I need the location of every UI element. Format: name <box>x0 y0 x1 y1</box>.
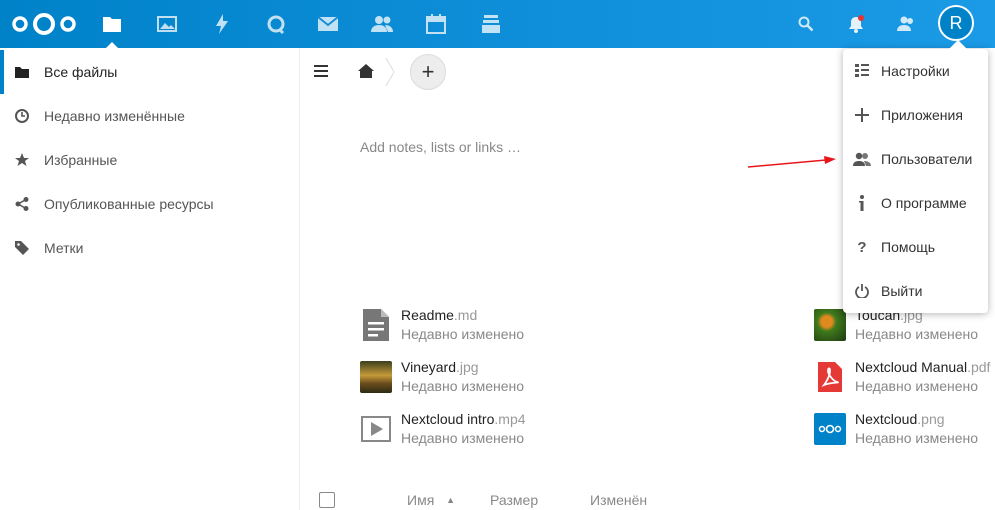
file-ext: .pdf <box>967 359 991 375</box>
clock-icon <box>0 109 44 123</box>
notes-placeholder[interactable]: Add notes, lists or links … <box>360 139 521 155</box>
file-ext: .md <box>453 307 478 323</box>
menu-item-label: Выйти <box>881 283 923 299</box>
settings-menu: Настройки Приложения Пользователи О прог… <box>843 40 988 313</box>
power-icon <box>843 284 881 298</box>
lightning-icon[interactable] <box>197 0 247 48</box>
contacts-icon[interactable] <box>357 0 407 48</box>
menu-item-label: Приложения <box>881 107 963 123</box>
breadcrumb-separator <box>384 57 396 91</box>
share-icon <box>0 197 44 211</box>
add-label: + <box>421 59 435 84</box>
menu-item-label: Настройки <box>881 63 950 79</box>
avatar[interactable]: R <box>938 5 974 41</box>
file-modified: Недавно изменено <box>855 430 979 446</box>
file-modified: Недавно изменено <box>855 326 979 342</box>
menu-item-apps[interactable]: Приложения <box>843 93 988 137</box>
file-ext: .mp4 <box>494 411 526 427</box>
search-icon[interactable] <box>794 12 818 36</box>
file-modified: Недавно изменено <box>401 326 525 342</box>
sidebar-item-shares[interactable]: Опубликованные ресурсы <box>0 182 299 226</box>
menu-item-about[interactable]: О программе <box>843 181 988 225</box>
folder-icon <box>0 66 44 78</box>
folder-icon[interactable] <box>87 0 137 48</box>
file-name: Nextcloud Manual <box>855 359 968 375</box>
menu-item-settings[interactable]: Настройки <box>843 49 988 93</box>
sidebar-item-label: Опубликованные ресурсы <box>44 196 214 212</box>
menu-item-help[interactable]: ? Помощь <box>843 225 988 269</box>
plus-icon <box>843 108 881 122</box>
text-file-icon <box>360 309 392 341</box>
home-icon[interactable] <box>358 64 374 83</box>
column-modified[interactable]: Изменён <box>590 492 647 508</box>
menu-item-label: Помощь <box>881 239 936 255</box>
file-name: Nextcloud <box>855 411 918 427</box>
recent-file[interactable]: Readme.md Недавно изменено <box>360 303 524 347</box>
annotation-arrow <box>747 156 836 168</box>
menu-item-users[interactable]: Пользователи <box>843 137 988 181</box>
settings-list-icon <box>843 64 881 78</box>
file-name: Nextcloud intro <box>401 411 495 427</box>
sidebar-item-tags[interactable]: Метки <box>0 226 299 270</box>
image-thumbnail <box>814 413 846 445</box>
select-all-checkbox[interactable] <box>319 492 335 508</box>
help-icon: ? <box>857 238 867 256</box>
mail-icon[interactable] <box>303 0 353 48</box>
recent-file[interactable]: Nextcloud Manual.pdf Недавно изменено <box>814 355 990 399</box>
image-thumbnail <box>360 361 392 393</box>
star-icon <box>0 153 44 167</box>
deck-icon[interactable] <box>466 0 516 48</box>
file-modified: Недавно изменено <box>401 430 525 446</box>
file-ext: .jpg <box>456 359 479 375</box>
sidebar-item-label: Недавно изменённые <box>44 108 185 124</box>
nextcloud-logo[interactable] <box>12 12 76 36</box>
info-icon <box>843 195 881 211</box>
add-button[interactable]: + <box>410 54 446 90</box>
file-modified: Недавно изменено <box>401 378 525 394</box>
bell-icon[interactable] <box>844 12 868 36</box>
image-icon[interactable] <box>142 0 192 48</box>
top-header: R <box>0 0 995 48</box>
sidebar-item-all-files[interactable]: Все файлы <box>0 50 299 94</box>
calendar-icon[interactable] <box>411 0 461 48</box>
menu-toggle-icon[interactable] <box>314 64 328 82</box>
column-name-label: Имя <box>407 492 435 508</box>
sidebar-item-recent[interactable]: Недавно изменённые <box>0 94 299 138</box>
contacts-menu-icon[interactable] <box>894 12 918 36</box>
avatar-letter: R <box>949 12 963 33</box>
pdf-file-icon <box>814 361 846 393</box>
recent-file[interactable]: Vineyard.jpg Недавно изменено <box>360 355 524 399</box>
sidebar-item-label: Метки <box>44 240 84 256</box>
sidebar-item-label: Все файлы <box>44 64 118 80</box>
sidebar-item-label: Избранные <box>44 152 118 168</box>
file-modified: Недавно изменено <box>855 378 979 394</box>
recent-file[interactable]: Nextcloud.png Недавно изменено <box>814 407 978 451</box>
file-name: Readme <box>401 307 454 323</box>
sidebar: Все файлы Недавно изменённые Избранные О… <box>0 48 300 510</box>
file-name: Vineyard <box>401 359 457 375</box>
sort-indicator: ▲ <box>446 495 456 505</box>
recent-file[interactable]: Nextcloud intro.mp4 Недавно изменено <box>360 407 526 451</box>
users-icon <box>843 152 881 166</box>
file-ext: .png <box>917 411 945 427</box>
menu-item-label: О программе <box>881 195 967 211</box>
image-thumbnail <box>814 309 846 341</box>
file-table-header: Имя ▲ Размер Изменён <box>300 484 995 510</box>
sidebar-item-favorites[interactable]: Избранные <box>0 138 299 182</box>
talk-icon[interactable] <box>251 0 301 48</box>
column-name[interactable]: Имя ▲ <box>407 492 455 508</box>
column-size[interactable]: Размер <box>490 492 538 508</box>
menu-item-logout[interactable]: Выйти <box>843 269 988 313</box>
video-file-icon <box>360 413 392 445</box>
menu-item-label: Пользователи <box>881 151 973 167</box>
tag-icon <box>0 241 44 255</box>
